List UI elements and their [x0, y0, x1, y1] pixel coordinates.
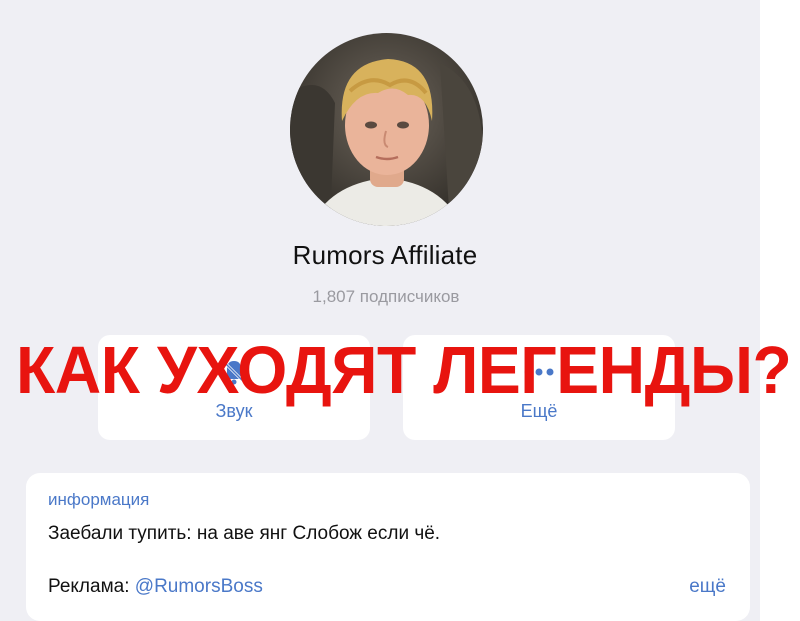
overlay-headline: КАК УХОДЯТ ЛЕГЕНДЫ?: [16, 333, 792, 408]
ad-row: Реклама: @RumorsBoss: [48, 576, 263, 598]
info-title: информация: [48, 490, 150, 509]
channel-description: Заебали тупить: на аве янг Слобож если ч…: [48, 523, 441, 544]
avatar-photo: [290, 33, 483, 226]
channel-avatar[interactable]: [290, 33, 483, 226]
ad-prefix: Реклама:: [48, 576, 135, 597]
channel-name: Rumors Affiliate: [292, 240, 478, 270]
info-more-link[interactable]: ещё: [689, 576, 726, 598]
info-card: информация Заебали тупить: на аве янг Сл…: [26, 473, 750, 621]
ad-contact-link[interactable]: @RumorsBoss: [135, 576, 263, 597]
screen: Rumors Affiliate 1,807 подписчиков Звук: [0, 0, 800, 621]
subscriber-count: 1,807 подписчиков: [312, 287, 460, 306]
channel-profile-panel: Rumors Affiliate 1,807 подписчиков Звук: [0, 0, 760, 621]
